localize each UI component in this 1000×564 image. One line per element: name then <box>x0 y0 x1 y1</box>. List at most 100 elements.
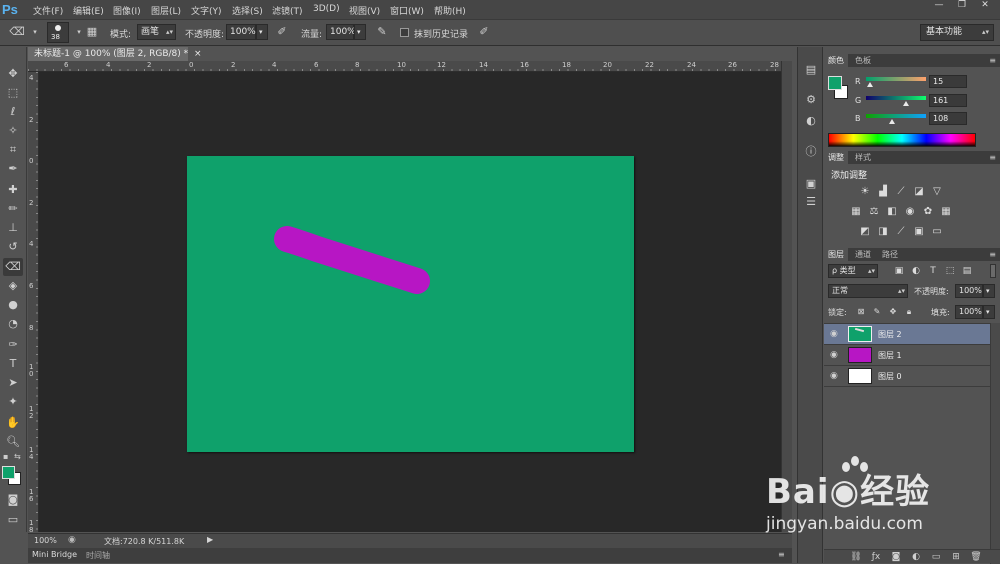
menu-edit[interactable]: 编辑(E) <box>73 4 104 17</box>
layer-opacity-dropdown[interactable]: ▾ <box>983 284 995 298</box>
add-mask-icon[interactable]: ◙ <box>888 550 904 564</box>
tab-paths[interactable]: 路径 <box>878 248 902 261</box>
eraser-tool-icon[interactable]: ⌫ <box>3 258 23 276</box>
tab-channels[interactable]: 通道 <box>851 248 875 261</box>
lock-transparent-icon[interactable]: ⊠ <box>854 305 868 319</box>
history-brush-tool-icon[interactable]: ↺ <box>3 238 23 256</box>
invert-icon[interactable]: ◩ <box>858 225 872 239</box>
layer-row-1[interactable]: ◉ 图层 1 <box>824 345 990 366</box>
layer-style-icon[interactable]: ƒx <box>868 550 884 564</box>
panel-menu-icon[interactable]: ≡ <box>989 248 996 261</box>
menu-help[interactable]: 帮助(H) <box>434 4 466 17</box>
color-spectrum-bar[interactable] <box>828 133 976 147</box>
blue-slider[interactable] <box>866 114 926 118</box>
eye-icon[interactable]: ◉ <box>830 329 838 339</box>
menu-filter[interactable]: 滤镜(T) <box>272 4 303 17</box>
healing-brush-tool-icon[interactable]: ✚ <box>3 181 23 199</box>
blue-value-input[interactable]: 108 <box>929 112 967 125</box>
actions-panel-icon[interactable]: ⚙ <box>803 92 819 108</box>
close-document-icon[interactable]: × <box>194 49 202 59</box>
document-tab[interactable]: 未标题-1 @ 100% (图层 2, RGB/8) * × <box>28 47 202 61</box>
workspace-select[interactable]: 基本功能 ▴▾ <box>920 24 994 41</box>
filter-toggle[interactable] <box>990 264 996 278</box>
blue-slider-thumb[interactable] <box>889 119 895 124</box>
fill-dropdown[interactable]: ▾ <box>983 305 995 319</box>
eraser-tool-preset-icon[interactable]: ⌫ <box>8 24 26 40</box>
filter-shape-icon[interactable]: ⬚ <box>943 264 957 278</box>
eyedropper-tool-icon[interactable]: ✒ <box>3 160 23 178</box>
exposure-icon[interactable]: ◪ <box>912 185 926 199</box>
menu-image[interactable]: 图像(I) <box>113 4 141 17</box>
tab-mini-bridge[interactable]: Mini Bridge <box>32 550 77 559</box>
tab-adjustments[interactable]: 调整 <box>824 151 848 164</box>
new-adjustment-layer-icon[interactable]: ◐ <box>908 550 924 564</box>
menu-3d[interactable]: 3D(D) <box>313 4 340 14</box>
menu-type[interactable]: 文字(Y) <box>191 4 222 17</box>
menu-select[interactable]: 选择(S) <box>232 4 263 17</box>
black-white-icon[interactable]: ◧ <box>885 205 899 219</box>
paragraph-panel-icon[interactable]: ☰ <box>803 194 819 210</box>
move-tool-icon[interactable]: ✥ <box>3 65 23 83</box>
foreground-color-chip[interactable] <box>828 76 842 90</box>
filter-adjustment-icon[interactable]: ◐ <box>909 264 923 278</box>
quick-mask-icon[interactable]: ◙ <box>3 491 23 509</box>
menu-layer[interactable]: 图层(L) <box>151 4 181 17</box>
fill-input[interactable]: 100% <box>955 305 983 319</box>
clone-stamp-tool-icon[interactable]: ⊥ <box>3 219 23 237</box>
opacity-dropdown[interactable]: ▾ <box>256 24 268 40</box>
blur-tool-icon[interactable]: ● <box>3 296 23 314</box>
red-slider[interactable] <box>866 77 926 81</box>
minimize-button[interactable]: — <box>928 0 950 12</box>
filter-smart-object-icon[interactable]: ▤ <box>960 264 974 278</box>
default-colors-icon[interactable]: ▪ <box>3 452 8 461</box>
quick-select-tool-icon[interactable]: ✧ <box>3 122 23 140</box>
tab-styles[interactable]: 样式 <box>851 151 875 164</box>
swap-colors-icon[interactable]: ⇆ <box>14 452 21 461</box>
panel-menu-icon[interactable]: ≡ <box>778 550 785 559</box>
opacity-input[interactable]: 100% <box>226 24 256 40</box>
brush-panel-toggle-icon[interactable]: ▦ <box>83 24 101 40</box>
new-group-icon[interactable]: ▭ <box>928 550 944 564</box>
status-menu-icon[interactable]: ◉ <box>68 535 76 545</box>
screen-mode-icon[interactable]: ▭ <box>3 511 23 529</box>
path-select-tool-icon[interactable]: ➤ <box>3 374 23 392</box>
lock-position-icon[interactable]: ✥ <box>886 305 900 319</box>
restore-button[interactable]: ❐ <box>951 0 973 12</box>
type-tool-icon[interactable]: T <box>3 355 23 373</box>
history-panel-icon[interactable]: ▤ <box>803 62 819 78</box>
zoom-level[interactable]: 100% <box>34 536 57 545</box>
flow-dropdown[interactable]: ▾ <box>354 24 366 40</box>
close-window-button[interactable]: ✕ <box>974 0 996 12</box>
dodge-tool-icon[interactable]: ◔ <box>3 315 23 333</box>
lock-all-icon[interactable]: 🔒︎ <box>902 305 916 319</box>
pen-tool-icon[interactable]: ✑ <box>3 336 23 354</box>
layer-row-2[interactable]: ◉ 图层 2 <box>824 324 990 345</box>
red-value-input[interactable]: 15 <box>929 75 967 88</box>
hand-tool-icon[interactable]: ✋ <box>3 414 23 432</box>
mode-select[interactable]: 画笔 ▴▾ <box>137 24 176 40</box>
tab-timeline[interactable]: 时间轴 <box>86 550 110 561</box>
lasso-tool-icon[interactable]: ℓ <box>3 103 23 121</box>
color-lookup-icon[interactable]: ▦ <box>939 205 953 219</box>
menu-window[interactable]: 窗口(W) <box>390 4 424 17</box>
brush-tool-icon[interactable]: ✏ <box>3 200 23 218</box>
red-slider-thumb[interactable] <box>867 82 873 87</box>
brush-size-picker[interactable]: 38 <box>47 22 69 43</box>
foreground-color-swatch[interactable] <box>2 466 15 479</box>
properties-panel-icon[interactable]: ◐ <box>803 113 819 129</box>
menu-view[interactable]: 视图(V) <box>349 4 380 17</box>
eye-icon[interactable]: ◉ <box>830 371 838 381</box>
vibrance-icon[interactable]: ▽ <box>930 185 944 199</box>
color-balance-icon[interactable]: ⚖ <box>867 205 881 219</box>
hue-saturation-icon[interactable]: ▦ <box>849 205 863 219</box>
preset-dropdown-icon[interactable]: ▾ <box>26 24 44 40</box>
marquee-tool-icon[interactable]: ⬚ <box>3 84 23 102</box>
green-slider[interactable] <box>866 96 926 100</box>
gradient-map-icon[interactable]: ▭ <box>930 225 944 239</box>
pressure-opacity-icon[interactable]: ✐ <box>273 24 291 40</box>
layer-opacity-input[interactable]: 100% <box>955 284 983 298</box>
threshold-icon[interactable]: ⟋ <box>894 225 908 239</box>
tab-color[interactable]: 颜色 <box>824 54 848 67</box>
filter-pixel-icon[interactable]: ▣ <box>892 264 906 278</box>
green-value-input[interactable]: 161 <box>929 94 967 107</box>
